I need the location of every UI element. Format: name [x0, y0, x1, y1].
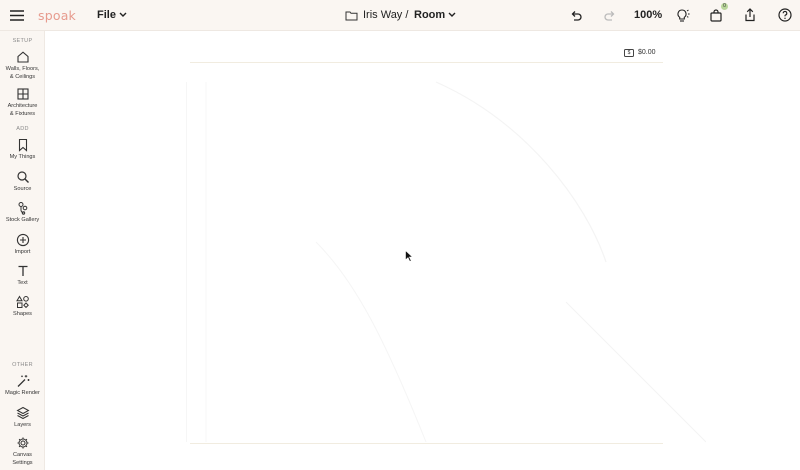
- sidebar-item-stock-gallery[interactable]: Stock Gallery: [0, 201, 45, 225]
- sidebar-item-architecture-fixtures[interactable]: Architecture & Fixtures: [0, 87, 45, 118]
- board-price-value: $0.00: [638, 49, 656, 56]
- sidebar-item-import[interactable]: Import: [0, 233, 45, 257]
- sidebar-item-label: Import: [14, 249, 31, 255]
- menu-icon[interactable]: [8, 7, 26, 23]
- gear-icon: [17, 437, 28, 449]
- cart-count-badge: 0: [721, 3, 728, 10]
- redo-icon[interactable]: [602, 7, 618, 23]
- sidebar-item-label: Text: [17, 280, 28, 286]
- shapes-icon: [15, 295, 29, 309]
- breadcrumb-room[interactable]: Room: [414, 6, 456, 24]
- sidebar-item-label: My Things: [9, 154, 36, 160]
- search-icon: [16, 171, 29, 183]
- faint-background-artwork: [205, 81, 706, 443]
- breadcrumb-project[interactable]: Iris Way /: [363, 6, 408, 24]
- zoom-level[interactable]: 100%: [634, 7, 662, 23]
- house-icon: [16, 51, 29, 63]
- sidebar-item-walls-floors-ceilings[interactable]: Walls, Floors, & Ceilings: [0, 50, 45, 81]
- sidebar-item-canvas-settings[interactable]: Canvas Settings: [0, 436, 45, 467]
- sidebar-item-label: Layers: [14, 422, 31, 428]
- grid-icon: [16, 88, 29, 100]
- sidebar-item-text[interactable]: Text: [0, 264, 45, 288]
- sidebar: SETUP Walls, Floors, & Ceilings Architec…: [0, 31, 45, 470]
- sidebar-item-source[interactable]: Source: [0, 170, 45, 194]
- room-name: Room: [414, 9, 446, 21]
- help-icon[interactable]: [776, 6, 794, 24]
- share-icon[interactable]: [742, 6, 758, 24]
- bookmark-icon: [18, 138, 27, 152]
- price-tag-icon: $: [624, 48, 634, 57]
- magic-wand-icon: [17, 375, 29, 387]
- lightbulb-icon[interactable]: [673, 6, 693, 24]
- shopping-bag-icon[interactable]: 0: [707, 3, 728, 25]
- plus-circle-icon: [16, 233, 29, 247]
- sidebar-item-label: Canvas Settings: [12, 452, 33, 466]
- sidebar-item-label: Magic Render: [5, 390, 40, 396]
- chevron-down-icon: [119, 12, 127, 17]
- file-menu-button[interactable]: File: [97, 6, 127, 24]
- board-price[interactable]: $ $0.00: [624, 47, 656, 58]
- layers-icon: [15, 406, 30, 420]
- stock-gallery-icon: [18, 202, 27, 215]
- top-bar: spoak File Iris Way / Room 100% 0: [0, 0, 800, 31]
- section-label-other: OTHER: [12, 362, 33, 368]
- sidebar-item-label: Source: [13, 186, 32, 192]
- undo-icon[interactable]: [568, 7, 584, 23]
- sidebar-item-shapes[interactable]: Shapes: [0, 295, 45, 319]
- file-menu-label: File: [97, 9, 116, 21]
- sidebar-item-label: Shapes: [13, 311, 32, 317]
- chevron-down-icon: [448, 12, 456, 17]
- sidebar-item-label: Walls, Floors, & Ceilings: [5, 66, 40, 80]
- sidebar-item-label: Stock Gallery: [5, 217, 40, 223]
- text-icon: [18, 265, 27, 276]
- sidebar-item-layers[interactable]: Layers: [0, 406, 45, 430]
- section-label-add: ADD: [16, 126, 29, 132]
- mouse-pointer-icon: [405, 250, 413, 262]
- app-logo[interactable]: spoak: [38, 7, 76, 23]
- sidebar-item-label: Architecture & Fixtures: [7, 103, 38, 117]
- sidebar-item-magic-render[interactable]: Magic Render: [0, 374, 45, 398]
- folder-icon[interactable]: [344, 6, 358, 24]
- section-label-setup: SETUP: [12, 38, 33, 44]
- sidebar-item-my-things[interactable]: My Things: [0, 138, 45, 162]
